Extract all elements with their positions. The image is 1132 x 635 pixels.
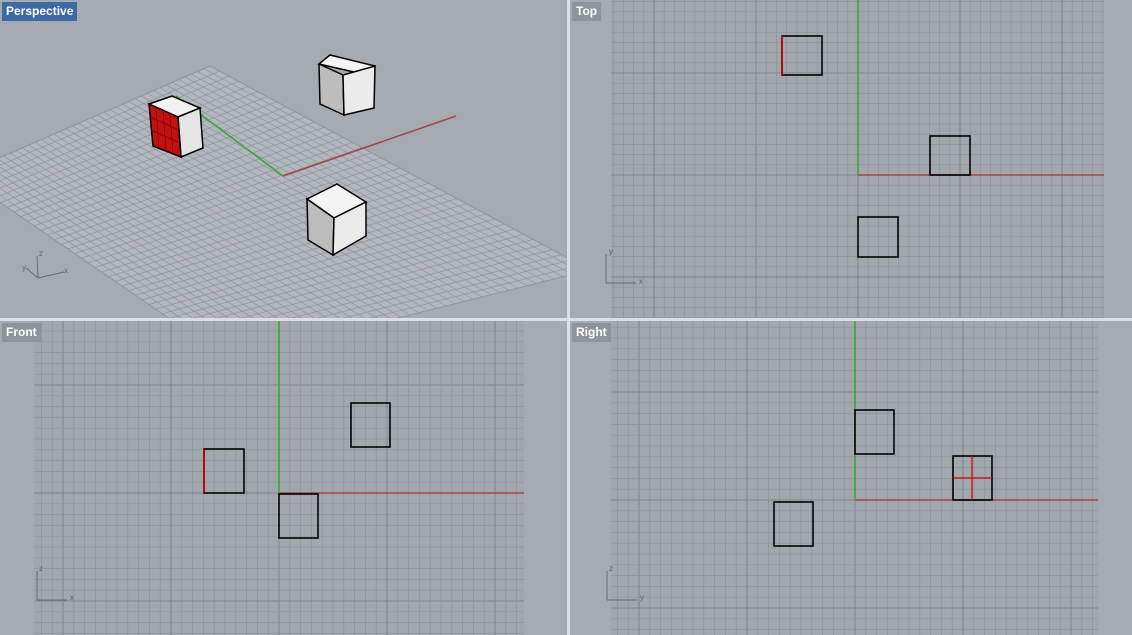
axis-label-z: z [39,249,43,258]
tab-right[interactable]: Right [572,323,611,342]
tab-top[interactable]: Top [572,2,602,21]
perspective-axis-widget [25,255,65,279]
axis-label-z: z [39,564,43,573]
axis-label-x: x [64,266,68,275]
axis-label-y: y [609,247,613,256]
viewport-top[interactable]: x y Top [570,0,1132,318]
tab-perspective[interactable]: Perspective [2,2,78,21]
axis-label-y: y [640,593,644,602]
perspective-canvas[interactable] [0,0,567,318]
box-2[interactable] [317,54,377,117]
axis-label-y: y [22,263,26,272]
right-canvas[interactable] [570,321,1132,635]
axis-label-x: x [639,277,643,286]
axis-label-z: z [609,564,613,573]
perspective-grid [0,65,567,318]
tab-front[interactable]: Front [2,323,41,342]
axis-label-x: x [70,593,74,602]
horizontal-splitter[interactable] [0,318,1132,321]
top-canvas[interactable] [570,0,1132,318]
viewport-front[interactable]: x z Front [0,321,567,635]
box-selected[interactable] [146,95,204,159]
viewport-perspective[interactable]: x y z Perspective [0,0,567,318]
viewport-right[interactable]: y z Right [570,321,1132,635]
front-canvas[interactable] [0,321,567,635]
